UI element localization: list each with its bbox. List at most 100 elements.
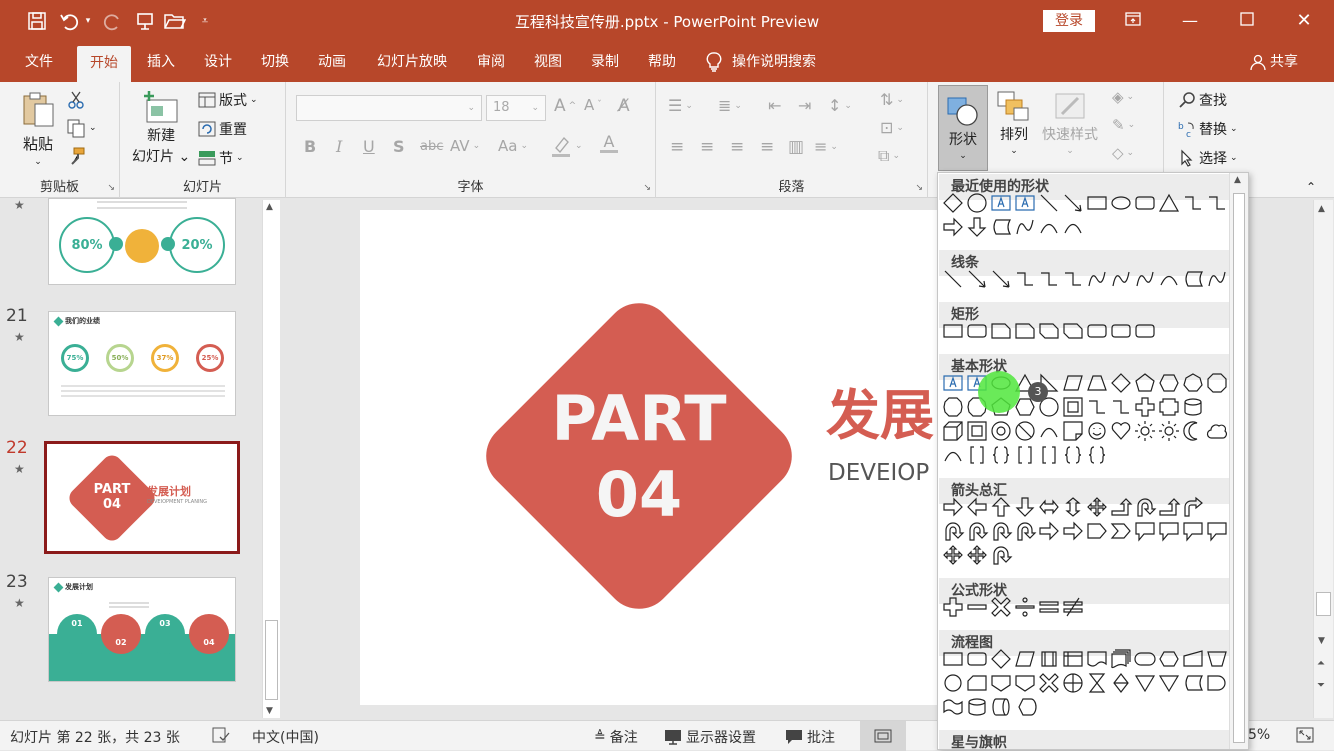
elbow-shape-icon[interactable]: [1017, 272, 1033, 286]
diamond-shape-icon[interactable]: [1111, 373, 1131, 393]
curve-shape-icon[interactable]: [1088, 271, 1106, 287]
save-icon[interactable]: [24, 8, 50, 34]
slide-thumbnail-23[interactable]: 发展计划 01 02 03 04: [48, 577, 236, 682]
arc-shape-icon[interactable]: [1160, 275, 1178, 286]
paste-button[interactable]: 粘贴 ⌄: [20, 90, 56, 167]
elbow-shape-icon[interactable]: [1209, 196, 1225, 210]
close-icon[interactable]: ✕: [1289, 8, 1319, 34]
font-color-button[interactable]: A: [600, 134, 618, 153]
tab-view[interactable]: 视图: [524, 42, 572, 82]
manualin-shape-icon[interactable]: [1183, 650, 1203, 667]
share-button[interactable]: 共享: [1250, 42, 1310, 82]
display-settings-button[interactable]: 显示器设置: [664, 727, 756, 747]
udarrow-shape-icon[interactable]: [1065, 497, 1081, 517]
gallery-scroll-thumb[interactable]: [1233, 193, 1245, 743]
next-slide-icon[interactable]: ⏷: [1317, 680, 1325, 691]
noteq-shape-icon[interactable]: [1063, 597, 1083, 617]
rrect-shape-icon[interactable]: [1087, 324, 1107, 338]
brace-shape-icon[interactable]: [1088, 446, 1106, 464]
snip-shape-icon[interactable]: [991, 323, 1011, 339]
increase-indent-icon[interactable]: ⇥: [798, 96, 811, 115]
dec-shape-icon[interactable]: [943, 397, 963, 417]
cyl-shape-icon[interactable]: [1184, 398, 1202, 416]
shape-effects-icon[interactable]: ◇ ⌄: [1112, 144, 1134, 162]
fold-shape-icon[interactable]: [1063, 421, 1083, 441]
zoom-level[interactable]: 5%: [1248, 727, 1270, 743]
line-shape-icon[interactable]: [1040, 194, 1058, 212]
textbox-shape-icon[interactable]: [991, 195, 1011, 211]
font-launcher-icon[interactable]: ↘: [643, 183, 651, 193]
uturn-shape-icon[interactable]: [993, 522, 1013, 541]
customize-qat-icon[interactable]: ⩡: [192, 8, 218, 34]
smile-shape-icon[interactable]: [1088, 422, 1106, 440]
sun-shape-icon[interactable]: [1159, 421, 1179, 441]
stored-shape-icon[interactable]: [993, 219, 1012, 235]
decrease-indent-icon[interactable]: ⇤: [768, 96, 781, 115]
rarrow-shape-icon[interactable]: [943, 497, 963, 517]
minus-shape-icon[interactable]: [967, 604, 987, 610]
cut-icon[interactable]: [66, 90, 86, 110]
slide-thumbnail-21[interactable]: 我们的业绩 75% 50% 37% 25%: [48, 311, 236, 416]
line-shape-icon[interactable]: [944, 270, 962, 288]
presenter-icon[interactable]: [132, 8, 158, 34]
rarrow-shape-icon[interactable]: [1063, 521, 1083, 541]
uturn-shape-icon[interactable]: [1137, 498, 1157, 517]
tab-record[interactable]: 录制: [581, 42, 629, 82]
canvas-scrollbar[interactable]: ▲ ▼ ⏶ ⏷: [1313, 200, 1333, 718]
arrange-button[interactable]: 排列 ⌄: [996, 90, 1032, 156]
rrect-shape-icon[interactable]: [1135, 196, 1155, 210]
rect-shape-icon[interactable]: [943, 324, 963, 338]
notes-button[interactable]: ≜ 备注: [594, 727, 638, 747]
times-shape-icon[interactable]: [991, 597, 1011, 617]
rrect-shape-icon[interactable]: [1111, 324, 1131, 338]
plusc-shape-icon[interactable]: [1063, 673, 1083, 693]
chev-shape-icon[interactable]: [1110, 523, 1131, 539]
shrink-font-icon[interactable]: Aˇ: [584, 96, 602, 114]
lrarrow-shape-icon[interactable]: [1039, 499, 1059, 515]
reset-button[interactable]: 重置: [198, 119, 247, 139]
previous-slide-icon[interactable]: ⏶: [1317, 658, 1325, 669]
display-shape-icon[interactable]: [1018, 698, 1037, 716]
quad-shape-icon[interactable]: [943, 545, 963, 565]
terminator-shape-icon[interactable]: [1134, 652, 1156, 666]
numbering-icon[interactable]: ≣ ⌄: [718, 96, 742, 115]
plus-shape-icon[interactable]: [943, 597, 963, 617]
callout-shape-icon[interactable]: [1159, 522, 1179, 542]
donut-shape-icon[interactable]: [991, 421, 1011, 441]
quick-styles-button[interactable]: 快速样式 ⌄: [1042, 90, 1098, 156]
tab-design[interactable]: 设计: [194, 42, 242, 82]
bentarrow-shape-icon[interactable]: [1184, 496, 1203, 517]
tab-home[interactable]: 开始: [77, 46, 131, 82]
callout-shape-icon[interactable]: [1135, 522, 1155, 542]
fit-to-window-icon[interactable]: [1296, 727, 1314, 743]
callout-shape-icon[interactable]: [1183, 522, 1203, 542]
current-slide[interactable]: PART 04 发展 DEVEIOP: [360, 210, 960, 705]
uturn-shape-icon[interactable]: [993, 546, 1013, 565]
copy-button[interactable]: ⌄: [66, 118, 97, 138]
column-options-icon[interactable]: ≡ ⌄: [814, 137, 838, 156]
undo-icon[interactable]: [56, 8, 82, 34]
pent-shape-icon[interactable]: [1135, 373, 1155, 392]
columns-icon[interactable]: ▥: [788, 137, 804, 157]
bracket-shape-icon[interactable]: [1042, 446, 1056, 464]
thumbnail-scrollbar[interactable]: ▲ ▼: [262, 200, 280, 718]
bracket-shape-icon[interactable]: [1018, 446, 1032, 464]
italic-button[interactable]: I: [336, 137, 342, 156]
arc-shape-icon[interactable]: [1064, 223, 1082, 234]
divide-shape-icon[interactable]: [1015, 597, 1035, 617]
manualop-shape-icon[interactable]: [1207, 651, 1227, 667]
rrect-shape-icon[interactable]: [967, 652, 987, 666]
align-left-icon[interactable]: ≡: [670, 137, 684, 157]
circle-shape-icon[interactable]: [944, 674, 962, 692]
stored-shape-icon[interactable]: [1185, 675, 1204, 691]
disk-shape-icon[interactable]: [968, 698, 986, 716]
ring-shape-icon[interactable]: [967, 193, 987, 213]
frame-shape-icon[interactable]: [967, 421, 987, 441]
cube-shape-icon[interactable]: [943, 421, 963, 441]
plus-shape-icon[interactable]: [1135, 397, 1155, 417]
tell-me-search[interactable]: 操作说明搜索: [706, 42, 846, 82]
tab-transitions[interactable]: 切换: [251, 42, 299, 82]
heptagon-shape-icon[interactable]: [1183, 373, 1203, 392]
slide-thumbnail-20[interactable]: 80% 20%: [48, 198, 236, 285]
frame-shape-icon[interactable]: [1063, 397, 1083, 417]
